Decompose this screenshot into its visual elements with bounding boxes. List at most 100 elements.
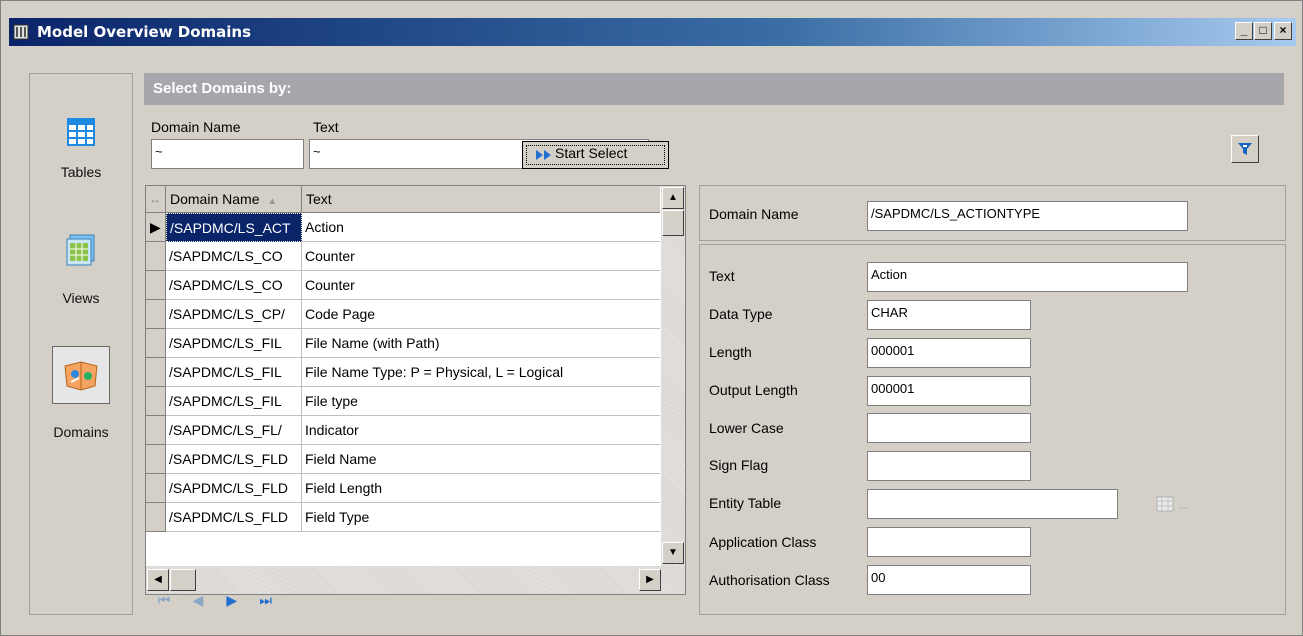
text-field[interactable]: Action	[867, 262, 1188, 292]
cell-text[interactable]: Action	[302, 213, 660, 242]
scroll-up-button[interactable]: ▲	[662, 187, 684, 209]
cell-domain-name[interactable]: /SAPDMC/LS_CP/	[166, 300, 302, 329]
application-class-field[interactable]	[867, 527, 1031, 557]
double-play-icon	[536, 150, 551, 160]
table-row[interactable]: /SAPDMC/LS_CP/ Code Page	[146, 300, 660, 329]
table-row[interactable]: ▶ /SAPDMC/LS_ACT Action	[146, 213, 660, 242]
authorisation-class-label: Authorisation Class	[709, 572, 830, 588]
start-select-label: Start Select	[555, 145, 628, 161]
vertical-scrollbar[interactable]: ▲ ▼	[661, 186, 685, 566]
table-row[interactable]: /SAPDMC/LS_FL/ Indicator	[146, 416, 660, 445]
row-selector[interactable]	[146, 474, 166, 503]
scroll-down-button[interactable]: ▼	[662, 542, 684, 564]
cell-text[interactable]: Indicator	[302, 416, 660, 445]
row-selector[interactable]	[146, 358, 166, 387]
lower-case-label: Lower Case	[709, 420, 784, 436]
scroll-right-button[interactable]: ▶	[639, 569, 661, 591]
cell-domain-name[interactable]: /SAPDMC/LS_CO	[166, 242, 302, 271]
object-type-nav: Tables Views Domains	[29, 73, 133, 615]
column-header-domain-name-label: Domain Name	[170, 191, 260, 207]
authorisation-class-field[interactable]: 00	[867, 565, 1031, 595]
row-selector[interactable]: ▶	[146, 213, 166, 242]
table-icon	[67, 118, 95, 146]
nav-label-views: Views	[62, 290, 100, 306]
table-row[interactable]: /SAPDMC/LS_FIL File type	[146, 387, 660, 416]
table-row[interactable]: /SAPDMC/LS_FLD Field Type	[146, 503, 660, 532]
output-length-field[interactable]: 000001	[867, 376, 1031, 406]
domain-name-filter-input[interactable]: ~	[151, 139, 304, 169]
horizontal-scroll-thumb[interactable]	[170, 569, 196, 591]
nav-label-tables: Tables	[60, 164, 102, 180]
cell-domain-name[interactable]: /SAPDMC/LS_FL/	[166, 416, 302, 445]
row-selector[interactable]	[146, 329, 166, 358]
view-icon	[66, 234, 95, 266]
cell-text[interactable]: File Name Type: P = Physical, L = Logica…	[302, 358, 660, 387]
vertical-scroll-thumb[interactable]	[662, 210, 684, 236]
lower-case-field[interactable]	[867, 413, 1031, 443]
table-row[interactable]: /SAPDMC/LS_CO Counter	[146, 271, 660, 300]
table-row[interactable]: /SAPDMC/LS_FLD Field Length	[146, 474, 660, 503]
column-header-domain-name[interactable]: Domain Name ▲	[166, 186, 302, 212]
horizontal-scrollbar[interactable]: ◀ ▶	[146, 566, 685, 594]
scroll-left-button[interactable]: ◀	[147, 569, 169, 591]
nav-item-domains[interactable]: Domains	[30, 314, 132, 440]
start-select-button[interactable]: Start Select	[522, 141, 669, 169]
cell-text[interactable]: Counter	[302, 242, 660, 271]
sort-ascending-icon: ▲	[267, 196, 278, 207]
sign-flag-field[interactable]	[867, 451, 1031, 481]
table-lookup-icon[interactable]	[1156, 496, 1174, 512]
entity-table-field[interactable]	[867, 489, 1118, 519]
row-selector[interactable]	[146, 387, 166, 416]
minimize-button[interactable]: _	[1235, 22, 1253, 40]
nav-item-views[interactable]: Views	[30, 194, 132, 314]
cell-domain-name[interactable]: /SAPDMC/LS_FIL	[166, 387, 302, 416]
cell-domain-name[interactable]: /SAPDMC/LS_FLD	[166, 474, 302, 503]
first-record-icon[interactable]: ⏮	[155, 592, 173, 609]
data-type-field[interactable]: CHAR	[867, 300, 1031, 330]
row-selector[interactable]	[146, 416, 166, 445]
filter-button[interactable]	[1231, 135, 1259, 163]
cell-text[interactable]: Counter	[302, 271, 660, 300]
column-resize-icon[interactable]: ↔	[146, 186, 166, 212]
title-bar[interactable]: Model Overview Domains _ □ ×	[9, 18, 1296, 46]
table-row[interactable]: /SAPDMC/LS_FIL File Name Type: P = Physi…	[146, 358, 660, 387]
sign-flag-label: Sign Flag	[709, 457, 769, 473]
table-row[interactable]: /SAPDMC/LS_CO Counter	[146, 242, 660, 271]
maximize-button[interactable]: □	[1254, 22, 1272, 40]
cell-text[interactable]: Field Name	[302, 445, 660, 474]
table-row[interactable]: /SAPDMC/LS_FLD Field Name	[146, 445, 660, 474]
cell-domain-name[interactable]: /SAPDMC/LS_FIL	[166, 329, 302, 358]
model-overview-window: Model Overview Domains _ □ × Tables View…	[0, 0, 1303, 636]
detail-domain-name-field[interactable]: /SAPDMC/LS_ACTIONTYPE	[867, 201, 1188, 231]
cell-text[interactable]: File Name (with Path)	[302, 329, 660, 358]
cell-domain-name[interactable]: /SAPDMC/LS_FLD	[166, 445, 302, 474]
cell-domain-name[interactable]: /SAPDMC/LS_ACT	[166, 213, 302, 242]
cell-text[interactable]: File type	[302, 387, 660, 416]
cell-text[interactable]: Code Page	[302, 300, 660, 329]
row-selector[interactable]	[146, 300, 166, 329]
cell-domain-name[interactable]: /SAPDMC/LS_FLD	[166, 503, 302, 532]
last-record-icon[interactable]: ⏭	[257, 592, 275, 609]
row-selector[interactable]	[146, 242, 166, 271]
record-navigator: ⏮ ◀ ▶ ⏭	[155, 592, 287, 612]
nav-item-tables[interactable]: Tables	[30, 74, 132, 194]
next-record-icon[interactable]: ▶	[223, 592, 241, 609]
window-title: Model Overview Domains	[37, 23, 252, 41]
cell-domain-name[interactable]: /SAPDMC/LS_FIL	[166, 358, 302, 387]
length-field[interactable]: 000001	[867, 338, 1031, 368]
entity-table-browse-button[interactable]: ...	[1179, 498, 1189, 512]
cell-domain-name[interactable]: /SAPDMC/LS_CO	[166, 271, 302, 300]
filter-icon	[1238, 143, 1252, 155]
table-row[interactable]: /SAPDMC/LS_FIL File Name (with Path)	[146, 329, 660, 358]
row-selector[interactable]	[146, 271, 166, 300]
cell-text[interactable]: Field Type	[302, 503, 660, 532]
row-selector[interactable]	[146, 503, 166, 532]
domain-name-filter-label: Domain Name	[151, 119, 241, 135]
previous-record-icon[interactable]: ◀	[189, 592, 207, 609]
grid-header: ↔ Domain Name ▲ Text	[146, 186, 660, 213]
row-selector[interactable]	[146, 445, 166, 474]
domains-grid[interactable]: ↔ Domain Name ▲ Text ▶ /SAPDMC/LS_ACT Ac…	[145, 185, 686, 595]
column-header-text[interactable]: Text	[302, 186, 660, 212]
cell-text[interactable]: Field Length	[302, 474, 660, 503]
close-button[interactable]: ×	[1274, 22, 1292, 40]
